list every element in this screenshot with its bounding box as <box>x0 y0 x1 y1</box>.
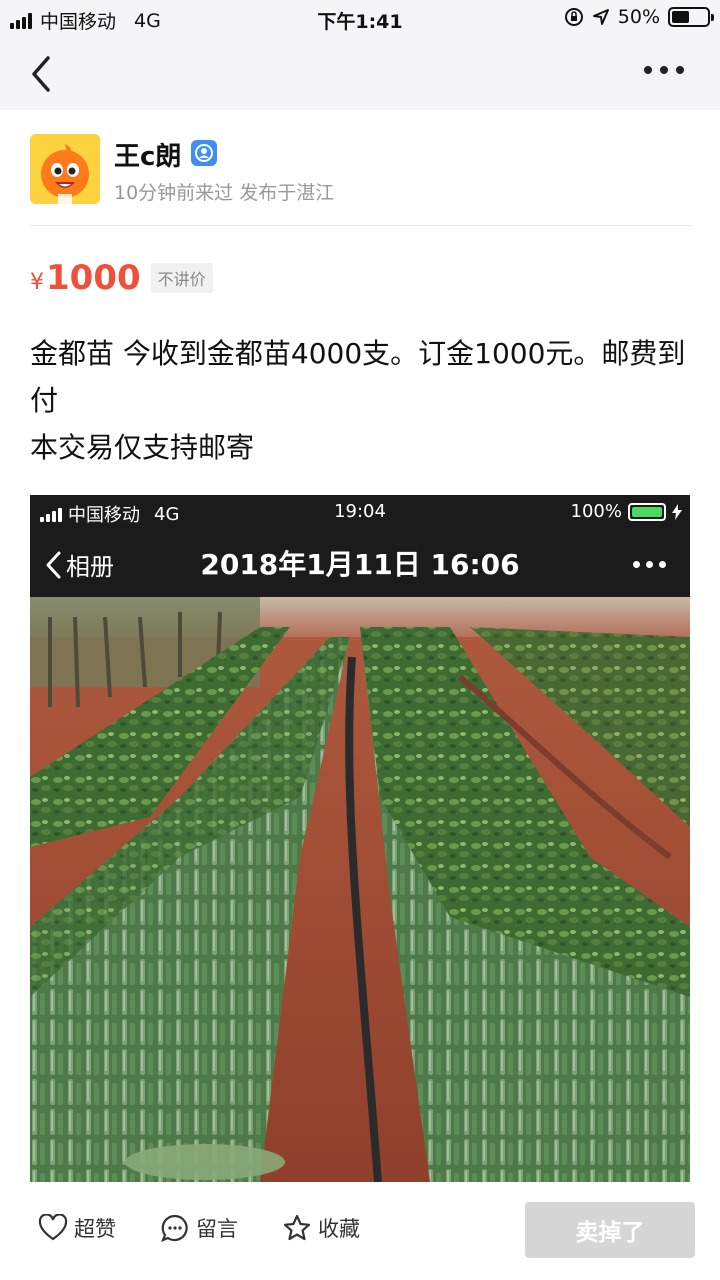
comment-button[interactable]: 留言 <box>160 1213 238 1243</box>
sold-button[interactable]: 卖掉了 <box>525 1202 695 1258</box>
photo-battery-icon <box>628 502 666 521</box>
price: 1000 <box>46 258 141 298</box>
bottom-action-bar: 超赞 留言 收藏 卖掉了 <box>0 1195 720 1280</box>
comment-label: 留言 <box>196 1217 238 1241</box>
status-bar: 中国移动 4G 下午1:41 50% <box>0 0 720 38</box>
listing-description: 金都苗 今收到金都苗4000支。订金1000元。邮费到付 本交易仅支持邮寄 <box>30 330 692 471</box>
avatar[interactable] <box>30 134 100 204</box>
photo-title: 2018年1月11日 16:06 <box>200 548 520 581</box>
price-row: ¥ 1000 不讲价 <box>30 258 213 298</box>
author-name[interactable]: 王c朗 <box>114 136 181 173</box>
back-icon <box>32 56 50 92</box>
battery-icon <box>668 7 714 27</box>
back-button[interactable] <box>28 54 64 94</box>
more-button[interactable] <box>644 66 684 74</box>
comment-icon <box>161 1214 188 1242</box>
favorite-button[interactable]: 收藏 <box>282 1213 360 1243</box>
photo-status-bar: 中国移动 4G 19:04 100% <box>30 495 690 529</box>
photo-battery-percent: 100% <box>570 501 622 522</box>
photo-more-icon <box>633 561 666 568</box>
location-icon <box>592 9 609 25</box>
description-line: 本交易仅支持邮寄 <box>30 431 255 464</box>
heart-icon <box>38 1214 68 1241</box>
favorite-label: 收藏 <box>318 1217 360 1241</box>
author-meta: 10分钟前来过 发布于湛江 <box>114 182 335 204</box>
like-button[interactable]: 超赞 <box>38 1213 116 1243</box>
listing-photo[interactable]: 中国移动 4G 19:04 100% 相册 2018年1月11日 16:06 <box>30 495 690 1182</box>
battery-percent: 50% <box>617 6 660 28</box>
photo-nav-bar: 相册 2018年1月11日 16:06 <box>30 529 690 597</box>
avatar-image <box>30 134 100 204</box>
like-label: 超赞 <box>74 1217 116 1241</box>
status-right: 50% <box>564 6 714 28</box>
currency-symbol: ¥ <box>30 269 44 295</box>
photo-status-right: 100% <box>571 501 682 522</box>
verified-icon <box>195 144 213 162</box>
more-icon <box>644 66 652 74</box>
charging-icon <box>672 503 682 520</box>
rotation-lock-icon <box>564 8 583 26</box>
description-line: 金都苗 今收到金都苗4000支。订金1000元。邮费到付 <box>30 337 686 417</box>
star-icon <box>283 1214 311 1241</box>
verified-badge <box>191 140 217 166</box>
author-header: 王c朗 10分钟前来过 发布于湛江 <box>30 134 692 226</box>
negotiable-tag: 不讲价 <box>150 263 213 293</box>
nav-bar <box>0 38 720 110</box>
nursery-photo <box>30 597 690 1182</box>
